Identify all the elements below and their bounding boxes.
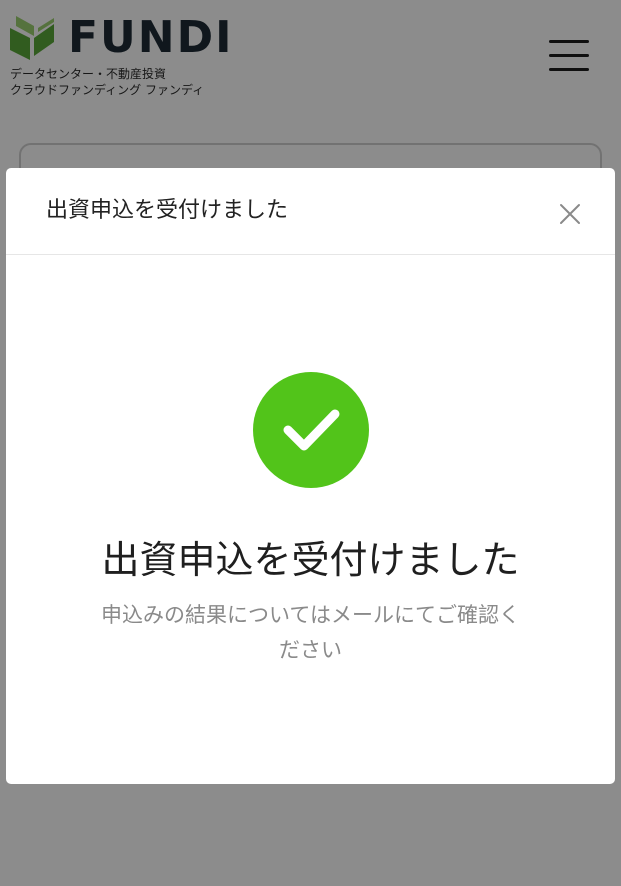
success-heading: 出資申込を受付けました [101,538,520,582]
success-message: 申込みの結果についてはメールにてご確認ください [101,603,520,662]
close-icon[interactable] [552,196,588,232]
modal-header: 出資申込を受付けました [6,168,615,255]
modal-title: 出資申込を受付けました [46,198,289,223]
check-circle-icon [253,372,369,488]
success-modal: 出資申込を受付けました 出資申込を受付けました 申込みの結果についてはメールにて… [6,168,615,784]
